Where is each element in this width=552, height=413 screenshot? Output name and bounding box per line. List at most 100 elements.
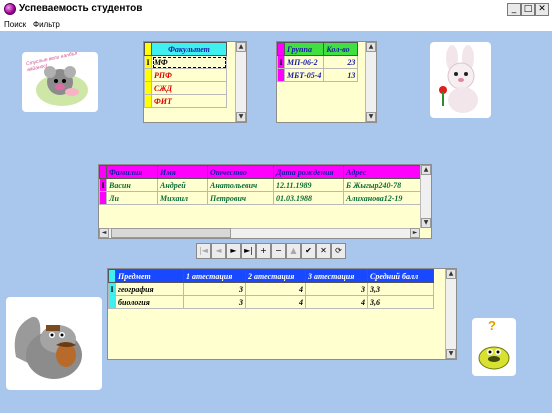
address-cell[interactable]: Алиханова12-19 [343, 191, 421, 205]
grades-vertical-scrollbar[interactable]: ▲ ▼ [445, 269, 456, 359]
surname-cell[interactable]: Васин [106, 178, 158, 192]
faculty-cell[interactable]: ФИТ [151, 94, 227, 108]
group-cell[interactable]: МБТ-05-4 [283, 68, 325, 82]
row-indicator [144, 42, 152, 56]
close-icon[interactable]: ✕ [535, 3, 549, 16]
menu-search[interactable]: Поиск [4, 20, 26, 29]
squirrel-sticker-image [6, 297, 102, 390]
address-cell[interactable]: Б Жыгыр240-78 [343, 178, 421, 192]
group-grid[interactable]: Группа Кол-во I МП-06-2 23 МБТ-05-4 13 ▲… [276, 41, 377, 123]
insert-record-icon[interactable]: + [256, 243, 271, 259]
attestation3-column-header[interactable]: 3 атестация [305, 269, 368, 283]
patronymic-cell[interactable]: Анатольевич [207, 178, 274, 192]
firstname-cell[interactable]: Андрей [157, 178, 208, 192]
subject-column-header[interactable]: Предмет [115, 269, 184, 283]
attestation3-cell[interactable]: 3 [305, 282, 368, 296]
maximize-icon[interactable]: □ [521, 3, 535, 16]
attestation2-cell[interactable]: 4 [245, 295, 306, 309]
firstname-column-header[interactable]: Имя [157, 165, 208, 179]
patronymic-cell[interactable]: Петрович [207, 191, 274, 205]
refresh-data-icon[interactable]: ⟳ [331, 243, 346, 259]
row-indicator [144, 68, 152, 82]
subject-cell[interactable]: география [115, 282, 184, 296]
title-bar[interactable]: Успеваемость студентов _ □ ✕ [0, 0, 552, 19]
bird-sticker-image: ? [472, 318, 516, 376]
students-grid[interactable]: Фамилия Имя Отчество Дата рождения Адрес… [98, 164, 432, 239]
group-vertical-scrollbar[interactable]: ▲ ▼ [365, 42, 376, 122]
attestation2-column-header[interactable]: 2 атестация [245, 269, 306, 283]
bunny-illustration [439, 45, 478, 113]
scroll-up-icon[interactable]: ▲ [236, 42, 246, 52]
scroll-down-icon[interactable]: ▼ [366, 112, 376, 122]
attestation1-column-header[interactable]: 1 атестация [183, 269, 246, 283]
count-cell[interactable]: 23 [323, 55, 359, 69]
row-indicator [144, 94, 152, 108]
birthdate-column-header[interactable]: Дата рождения [273, 165, 344, 179]
app-window: Успеваемость студентов _ □ ✕ Поиск Фильт… [0, 0, 552, 413]
scroll-down-icon[interactable]: ▼ [421, 218, 431, 228]
row-indicator [99, 191, 107, 205]
scroll-left-icon[interactable]: ◄ [99, 228, 109, 238]
average-cell[interactable]: 3,6 [367, 295, 434, 309]
prior-record-icon[interactable]: ◄ [211, 243, 226, 259]
faculty-cell[interactable]: МФ [151, 55, 227, 69]
row-indicator [108, 295, 116, 309]
attestation3-cell[interactable]: 4 [305, 295, 368, 309]
attestation2-cell[interactable]: 4 [245, 282, 306, 296]
scroll-up-icon[interactable]: ▲ [446, 269, 456, 279]
squirrel-illustration [14, 316, 82, 379]
birthdate-cell[interactable]: 01.03.1988 [273, 191, 344, 205]
average-column-header[interactable]: Средний балл [367, 269, 434, 283]
scroll-up-icon[interactable]: ▲ [366, 42, 376, 52]
count-cell[interactable]: 13 [323, 68, 359, 82]
faculty-cell[interactable]: СЖД [151, 81, 227, 95]
scroll-right-icon[interactable]: ► [410, 228, 420, 238]
row-indicator [99, 165, 107, 179]
average-cell[interactable]: 3,3 [367, 282, 434, 296]
first-record-icon[interactable]: |◄ [196, 243, 211, 259]
current-row-indicator: I [144, 55, 152, 69]
current-row-indicator: I [277, 55, 285, 69]
count-column-header[interactable]: Кол-во [323, 42, 359, 56]
row-indicator [277, 68, 285, 82]
post-edit-icon[interactable]: ✔ [301, 243, 316, 259]
minimize-icon[interactable]: _ [507, 3, 521, 16]
next-record-icon[interactable]: ► [226, 243, 241, 259]
surname-column-header[interactable]: Фамилия [106, 165, 158, 179]
firstname-cell[interactable]: Михаил [157, 191, 208, 205]
db-navigator: |◄ ◄ ► ►| + − ▲ ✔ ✕ ⟳ [196, 243, 346, 259]
scroll-up-icon[interactable]: ▲ [421, 165, 431, 175]
menu-bar: Поиск Фильтр [0, 19, 552, 31]
mouse-sticker-image: Стуслые вели налбъл вайанос) [22, 52, 98, 112]
subject-cell[interactable]: биология [115, 295, 184, 309]
faculty-cell[interactable]: РПФ [151, 68, 227, 82]
surname-cell[interactable]: Ли [106, 191, 158, 205]
address-column-header[interactable]: Адрес [343, 165, 421, 179]
edit-record-icon[interactable]: ▲ [286, 243, 301, 259]
grades-grid[interactable]: Предмет 1 атестация 2 атестация 3 атеста… [107, 268, 457, 360]
row-indicator [108, 269, 116, 283]
scroll-down-icon[interactable]: ▼ [446, 349, 456, 359]
app-icon [4, 3, 16, 15]
attestation1-cell[interactable]: 3 [183, 295, 246, 309]
scroll-thumb[interactable] [111, 228, 231, 238]
faculty-vertical-scrollbar[interactable]: ▲ ▼ [235, 42, 246, 122]
menu-filter[interactable]: Фильтр [33, 20, 60, 29]
scroll-down-icon[interactable]: ▼ [236, 112, 246, 122]
question-mark-text: ? [488, 318, 496, 333]
patronymic-column-header[interactable]: Отчество [207, 165, 274, 179]
group-column-header[interactable]: Группа [283, 42, 325, 56]
faculty-column-header[interactable]: Факультет [151, 42, 227, 56]
group-cell[interactable]: МП-06-2 [283, 55, 325, 69]
students-horizontal-scrollbar[interactable]: ◄ ► [99, 228, 420, 238]
row-indicator [144, 81, 152, 95]
bunny-sticker-image [430, 42, 491, 118]
faculty-grid[interactable]: Факультет I МФ РПФ СЖД ФИТ ▲ ▼ [143, 41, 247, 123]
delete-record-icon[interactable]: − [271, 243, 286, 259]
students-vertical-scrollbar[interactable]: ▲ ▼ [420, 165, 431, 228]
window-title: Успеваемость студентов [19, 3, 143, 14]
last-record-icon[interactable]: ►| [241, 243, 256, 259]
attestation1-cell[interactable]: 3 [183, 282, 246, 296]
birthdate-cell[interactable]: 12.11.1989 [273, 178, 344, 192]
cancel-edit-icon[interactable]: ✕ [316, 243, 331, 259]
